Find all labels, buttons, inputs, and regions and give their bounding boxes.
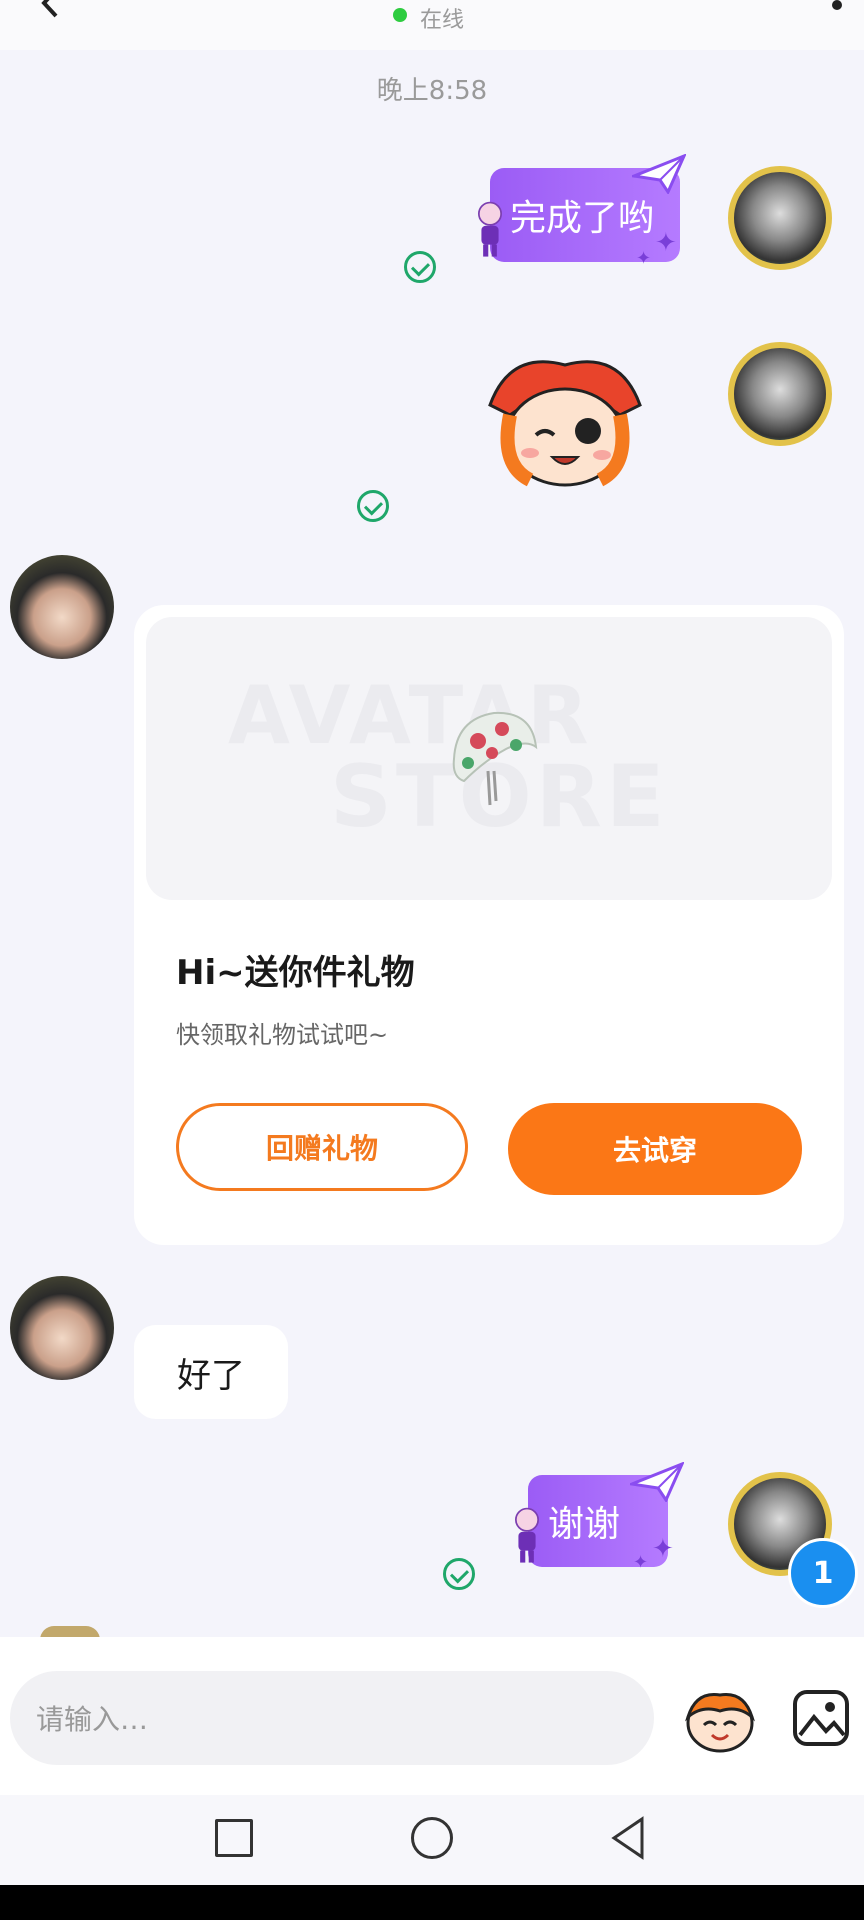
bottom-strip <box>0 1885 864 1920</box>
more-menu-icon[interactable] <box>832 0 842 10</box>
chat-screen: 在线 晚上8:58 完成了哟 ✦ ✦ AVATAR STORE Hi~送你件礼物… <box>0 0 864 1920</box>
message-timestamp: 晚上8:58 <box>376 76 488 106</box>
self-avatar[interactable] <box>728 342 832 446</box>
try-on-button[interactable]: 去试穿 <box>508 1103 802 1195</box>
image-picker-icon[interactable] <box>792 1689 850 1747</box>
online-status-text: 在线 <box>420 8 465 33</box>
sparkle-icon: ✦ <box>633 1552 649 1573</box>
sparkle-icon: ✦ <box>636 248 652 269</box>
chibi-character-icon <box>478 201 502 257</box>
contact-avatar[interactable] <box>10 555 114 659</box>
sparkle-icon: ✦ <box>652 1534 674 1564</box>
message-text: 好了 <box>177 1355 245 1396</box>
contact-avatar[interactable] <box>10 1276 114 1380</box>
chibi-character-icon <box>515 1507 539 1563</box>
paper-plane-icon <box>632 154 686 194</box>
sent-check-icon <box>443 1558 475 1590</box>
gift-card[interactable]: AVATAR STORE Hi~送你件礼物 快领取礼物试试吧~ 回赠礼物 去试穿 <box>134 605 844 1245</box>
system-navbar <box>0 1795 864 1885</box>
recent-apps-icon[interactable] <box>215 1819 253 1857</box>
home-icon[interactable] <box>411 1817 453 1859</box>
sent-check-icon <box>404 251 436 283</box>
back-arrow-icon[interactable] <box>34 0 64 18</box>
gift-item-image <box>452 711 538 806</box>
online-status-dot <box>393 8 407 22</box>
gift-preview-image: AVATAR STORE <box>146 617 832 900</box>
gift-card-title: Hi~送你件礼物 <box>176 953 415 993</box>
self-avatar[interactable] <box>728 166 832 270</box>
emoji-sticker-icon[interactable] <box>682 1687 758 1753</box>
back-triangle-icon[interactable] <box>608 1815 648 1861</box>
sparkle-icon: ✦ <box>655 228 677 258</box>
paper-plane-icon <box>630 1462 684 1502</box>
input-placeholder: 请输入… <box>36 1703 149 1736</box>
return-gift-button[interactable]: 回赠礼物 <box>176 1103 468 1191</box>
text-message-bubble[interactable]: 好了 <box>134 1325 288 1419</box>
unread-badge[interactable]: 1 <box>788 1538 858 1608</box>
input-bar: 请输入… <box>0 1637 864 1795</box>
sticker-text: 完成了哟 <box>510 198 655 239</box>
cartoon-sticker-image[interactable] <box>470 345 660 495</box>
gift-card-subtitle: 快领取礼物试试吧~ <box>176 1021 389 1049</box>
message-input[interactable]: 请输入… <box>10 1671 654 1765</box>
chat-header: 在线 <box>0 0 864 50</box>
sent-check-icon <box>357 490 389 522</box>
sticker-text: 谢谢 <box>548 1504 621 1545</box>
